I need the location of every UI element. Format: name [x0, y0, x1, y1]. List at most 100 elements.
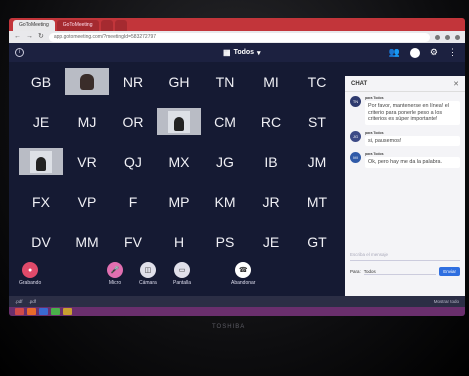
forward-icon[interactable]: → [26, 31, 33, 43]
participant-tile[interactable]: FX [19, 188, 63, 215]
participant-tile[interactable]: VR [65, 148, 109, 175]
message-text: Ok, pero hay me da la palabra. [365, 157, 460, 168]
mic-control[interactable]: 🎤 Micro [107, 262, 123, 286]
participant-tile[interactable]: CM [203, 108, 247, 135]
participants-icon[interactable]: 👥 [389, 47, 400, 58]
participant-initials: F [128, 193, 138, 210]
participant-tile[interactable]: JE [249, 228, 293, 255]
participant-tile[interactable]: NR [111, 68, 155, 95]
message-text: si, pausemos! [365, 135, 460, 147]
microphone-icon[interactable]: 🎤 [107, 262, 123, 278]
participant-tile[interactable]: JM [295, 148, 339, 175]
participant-tile[interactable]: TN [203, 68, 247, 95]
participant-tile[interactable]: ST [295, 108, 339, 135]
top-right-controls: 👥 ⚙ ⋮ [389, 47, 457, 58]
view-selector[interactable]: ▦ Todos ▾ [223, 48, 261, 57]
participant-tile[interactable]: MJ [65, 108, 109, 135]
message-meta: para Todos [365, 96, 460, 100]
participant-tile[interactable]: RC [249, 108, 293, 135]
participant-video-tile[interactable] [19, 148, 63, 175]
participant-video-tile[interactable] [65, 68, 109, 95]
participant-tile[interactable]: KM [203, 188, 247, 215]
participant-tile[interactable]: JG [203, 148, 247, 175]
avatar: JG [350, 130, 361, 142]
download-item[interactable]: .pdf [15, 299, 23, 304]
chat-panel: CHAT ✕ TN para Todos Por favor, mantener… [345, 76, 465, 296]
participant-initials: IB [264, 153, 278, 170]
participant-tile[interactable]: GB [19, 68, 63, 95]
show-all-downloads[interactable]: Mostrar todo [434, 299, 459, 304]
participant-tile[interactable]: FV [111, 228, 155, 255]
participant-initials: GH [168, 73, 190, 90]
app-icon[interactable] [27, 308, 36, 315]
participant-tile[interactable]: JR [249, 188, 293, 215]
participant-tile[interactable]: IB [249, 148, 293, 175]
chat-title: CHAT [351, 80, 368, 87]
start-icon[interactable] [15, 308, 24, 315]
browser-tab-3[interactable] [100, 20, 113, 31]
more-icon[interactable]: ⋮ [448, 47, 457, 58]
screen-share-icon[interactable]: ▭ [174, 262, 191, 278]
participant-initials: TC [307, 73, 327, 90]
camera-icon[interactable]: ◫ [139, 262, 156, 278]
participant-tile[interactable]: GT [295, 228, 339, 255]
participant-tile[interactable]: JE [19, 108, 63, 135]
extension-icon[interactable] [435, 34, 440, 40]
participant-initials: MM [75, 233, 99, 250]
participant-initials: JR [262, 193, 280, 210]
close-icon[interactable]: ✕ [453, 80, 459, 88]
message-recipient: para Todos [365, 96, 384, 100]
participant-video-tile[interactable] [157, 108, 201, 135]
participant-initials: JE [32, 113, 50, 130]
chat-icon[interactable] [409, 47, 420, 58]
download-bar: .pdf .pdf Mostrar todo [9, 296, 465, 307]
participant-initials: TN [215, 73, 235, 90]
app-icon[interactable] [39, 308, 48, 315]
screen-control[interactable]: ▭ Pantalla [173, 262, 191, 286]
participant-tile[interactable]: MT [295, 188, 339, 215]
participant-tile[interactable]: MP [157, 188, 201, 215]
browser-tab-2[interactable]: GoToMeeting [56, 20, 99, 31]
recipient-select[interactable]: Todos [363, 269, 437, 275]
folder-icon[interactable] [63, 308, 72, 315]
extension-icon[interactable] [445, 34, 450, 40]
url-field[interactable]: app.gotomeeting.com/?meetingId=583272797 [48, 32, 430, 42]
participant-tile[interactable]: PS [203, 228, 247, 255]
participant-tile[interactable]: MM [65, 228, 109, 255]
participant-initials: KM [214, 193, 236, 210]
profile-icon[interactable] [455, 34, 460, 40]
record-icon[interactable]: ● [22, 262, 39, 278]
camera-control[interactable]: ◫ Cámara [139, 262, 157, 286]
info-icon[interactable]: i [15, 48, 24, 57]
back-icon[interactable]: ← [14, 31, 21, 43]
participant-tile[interactable]: GH [157, 68, 201, 95]
mic-label: Micro [108, 280, 122, 286]
participant-tile[interactable]: H [157, 228, 201, 255]
chat-input[interactable]: Escriba el mensaje [350, 252, 460, 261]
participant-tile[interactable]: VP [65, 188, 109, 215]
participant-tile[interactable]: F [111, 188, 155, 215]
phone-icon[interactable]: ☎ [235, 262, 252, 278]
participant-tile[interactable]: MI [249, 68, 293, 95]
send-button[interactable]: Enviar [439, 267, 460, 276]
chat-message: TN para Todos Por favor, mantenerse en l… [345, 92, 465, 127]
participant-tile[interactable]: TC [295, 68, 339, 95]
grid-icon: ▦ [223, 48, 231, 57]
browser-tab-4[interactable] [114, 20, 127, 31]
reload-icon[interactable]: ↻ [38, 31, 44, 43]
laptop-bezel: GoToMeeting GoToMeeting ← → ↻ app.gotome… [0, 0, 469, 376]
participant-tile[interactable]: QJ [111, 148, 155, 175]
participant-initials: MJ [77, 113, 97, 130]
record-control[interactable]: ● Grabando [19, 262, 41, 286]
download-item[interactable]: .pdf [29, 299, 37, 304]
participant-initials: JE [262, 233, 280, 250]
browser-icon[interactable] [51, 308, 60, 315]
participant-initials: JG [216, 153, 234, 170]
camera-label: Cámara [139, 280, 157, 286]
leave-control[interactable]: ☎ Abandonar [231, 262, 255, 286]
participant-tile[interactable]: OR [111, 108, 155, 135]
browser-tab-1[interactable]: GoToMeeting [13, 20, 55, 31]
settings-icon[interactable]: ⚙ [430, 47, 438, 58]
participant-tile[interactable]: MX [157, 148, 201, 175]
participant-tile[interactable]: DV [19, 228, 63, 255]
